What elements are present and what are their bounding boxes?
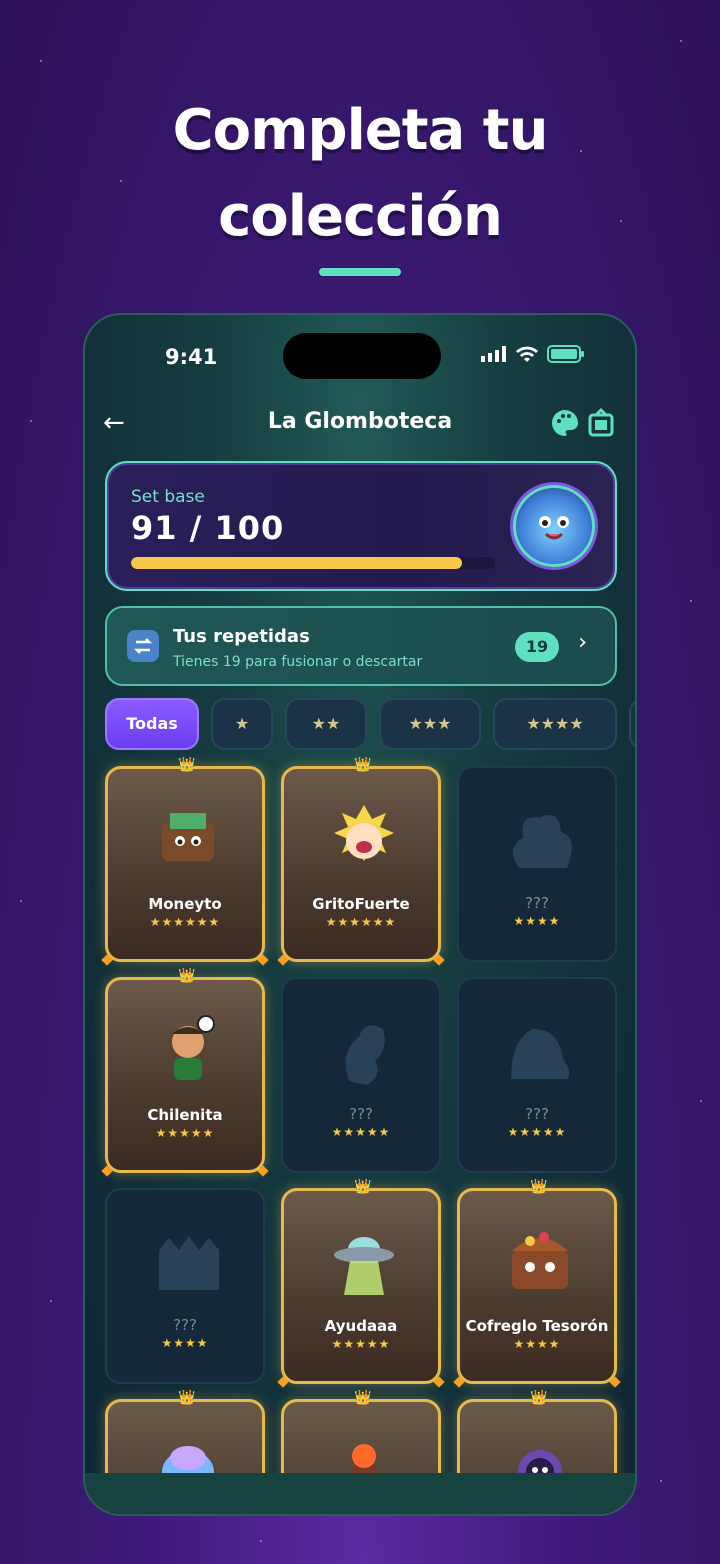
- duplicates-count-badge: 19: [515, 632, 559, 662]
- status-icons: [481, 345, 585, 363]
- card-stars: ★★★★: [513, 1337, 561, 1351]
- card-name: ???: [349, 1105, 373, 1123]
- filter-4-stars[interactable]: ★★★★: [493, 698, 617, 750]
- card-stars: ★★★★★★: [325, 915, 397, 929]
- set-progress-card[interactable]: Set base 91 / 100: [105, 461, 617, 591]
- mascot-avatar: [513, 485, 595, 567]
- mascot-face-icon: [539, 516, 569, 540]
- silhouette-icon: [512, 815, 572, 868]
- crown-icon: 👑: [354, 1179, 372, 1195]
- wallet-icon: [162, 813, 214, 861]
- locked-card[interactable]: ??? ★★★★: [457, 766, 617, 962]
- collection-card[interactable]: 👑 Chilenita ★★★★★: [101, 968, 269, 1177]
- crown-icon: 👑: [178, 757, 196, 773]
- crown-icon: 👑: [530, 1390, 548, 1406]
- wifi-icon: [516, 346, 538, 362]
- corner-gem-icon: [277, 954, 289, 966]
- corner-gem-icon: [101, 954, 113, 966]
- set-count: 91 / 100: [131, 509, 285, 547]
- card-stars: ★★★★: [161, 1336, 209, 1350]
- locked-card[interactable]: ??? ★★★★: [105, 1188, 265, 1384]
- filter-1-star[interactable]: ★: [211, 698, 273, 750]
- duplicates-card[interactable]: Tus repetidas Tienes 19 para fusionar o …: [105, 606, 617, 686]
- corner-gem-icon: [257, 954, 269, 966]
- status-bar: 9:41: [85, 315, 635, 395]
- signal-icon: [481, 346, 506, 362]
- card-stars: ★★★★★: [331, 1337, 391, 1351]
- headline-line2: colección: [218, 184, 503, 249]
- footballer-icon: [172, 1015, 215, 1080]
- filter-3-stars[interactable]: ★★★: [379, 698, 481, 750]
- corner-gem-icon: [433, 954, 445, 966]
- locked-card[interactable]: ??? ★★★★★: [281, 977, 441, 1173]
- card-stars: ★★★★: [513, 914, 561, 928]
- crown-icon: 👑: [530, 1179, 548, 1195]
- silhouette-icon: [345, 1025, 385, 1085]
- rarity-filter-bar: Todas ★ ★★ ★★★ ★★★★: [105, 698, 635, 752]
- duplicates-subtitle: Tienes 19 para fusionar o descartar: [173, 654, 423, 670]
- shouting-icon: [334, 805, 394, 861]
- card-name: Ayudaaa: [324, 1317, 398, 1335]
- collection-card[interactable]: 👑 GritoFuerte ★★★★★★: [277, 757, 445, 966]
- filter-2-stars[interactable]: ★★: [285, 698, 367, 750]
- card-stars: ★★★★★: [155, 1126, 215, 1140]
- card-name: Chilenita: [147, 1106, 223, 1124]
- headline-line1: Completa tu: [172, 98, 549, 163]
- bottom-bar: [85, 1473, 635, 1514]
- swap-icon: [127, 630, 159, 662]
- crown-icon: 👑: [178, 1390, 196, 1406]
- card-name: Cofreglo Tesorón: [465, 1317, 609, 1335]
- dynamic-island: [283, 333, 441, 379]
- phone-frame: 9:41 ← La Glomboteca Set base 91 / 100 T…: [83, 313, 637, 1516]
- set-progress-fill: [131, 557, 463, 569]
- silhouette-icon: [511, 1029, 570, 1079]
- set-progress-bar: [131, 557, 495, 569]
- locked-card[interactable]: ??? ★★★★★: [457, 977, 617, 1173]
- collection-card[interactable]: 👑 Moneyto ★★★★★★: [101, 757, 269, 966]
- collection-card[interactable]: 👑 Cofreglo Tesorón ★★★★: [453, 1179, 621, 1388]
- set-label: Set base: [131, 487, 205, 507]
- crown-icon: 👑: [178, 968, 196, 984]
- corner-gem-icon: [433, 1376, 445, 1388]
- card-name: ???: [525, 1105, 549, 1123]
- album-icon[interactable]: [585, 407, 617, 439]
- battery-icon: [547, 345, 584, 363]
- crown-icon: 👑: [354, 757, 372, 773]
- corner-gem-icon: [257, 1165, 269, 1177]
- corner-gem-icon: [101, 1165, 113, 1177]
- corner-gem-icon: [609, 1376, 621, 1388]
- collection-card[interactable]: 👑 Ayudaaa ★★★★★: [277, 1179, 445, 1388]
- card-name: ???: [173, 1316, 197, 1334]
- card-stars: ★★★★★: [331, 1125, 391, 1139]
- chevron-right-icon: ›: [578, 630, 587, 655]
- card-stars: ★★★★★★: [149, 915, 221, 929]
- silhouette-icon: [159, 1236, 219, 1290]
- corner-gem-icon: [453, 1376, 465, 1388]
- headline: Completa tu colección: [0, 88, 720, 260]
- filter-all[interactable]: Todas: [105, 698, 199, 750]
- corner-gem-icon: [277, 1376, 289, 1388]
- card-name: ???: [525, 894, 549, 912]
- duplicates-title: Tus repetidas: [173, 626, 310, 647]
- filter-5-stars[interactable]: [629, 698, 635, 750]
- card-name: GritoFuerte: [312, 895, 410, 913]
- nav-bar: ← La Glomboteca: [85, 403, 635, 447]
- card-stars: ★★★★★: [507, 1125, 567, 1139]
- ufo-icon: [334, 1237, 394, 1295]
- headline-underline: [319, 268, 401, 276]
- treasure-icon: [512, 1232, 568, 1289]
- card-name: Moneyto: [148, 895, 222, 913]
- palette-icon[interactable]: [549, 407, 581, 439]
- crown-icon: 👑: [354, 1390, 372, 1406]
- status-time: 9:41: [165, 345, 218, 369]
